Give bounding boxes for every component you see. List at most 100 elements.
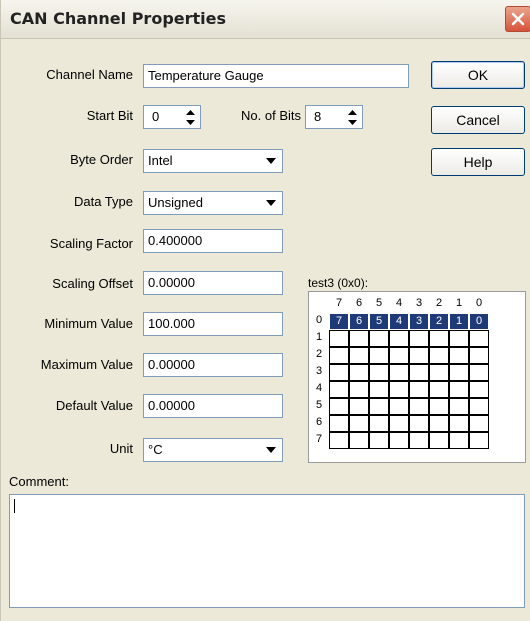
- bit-cell[interactable]: [389, 330, 409, 347]
- bit-cell[interactable]: [449, 381, 469, 398]
- no-of-bits-down-button[interactable]: [344, 117, 361, 127]
- bit-cell[interactable]: [429, 432, 449, 449]
- dropdown-arrow-icon: [266, 447, 276, 453]
- bit-cell[interactable]: [469, 347, 489, 364]
- start-bit-down-button[interactable]: [182, 117, 199, 127]
- dropdown-arrow-icon: [266, 200, 276, 206]
- bit-cell[interactable]: 1: [449, 313, 469, 330]
- bit-cell[interactable]: [409, 347, 429, 364]
- data-type-dropdown-button[interactable]: [262, 194, 280, 212]
- bit-row-header: 4: [315, 382, 323, 394]
- bit-cell[interactable]: [389, 381, 409, 398]
- bit-cell[interactable]: [389, 364, 409, 381]
- bit-cell[interactable]: [429, 415, 449, 432]
- bit-cell[interactable]: [429, 381, 449, 398]
- bit-cell[interactable]: [329, 432, 349, 449]
- default-value-label: Default Value: [55, 398, 133, 413]
- bit-cell[interactable]: 0: [469, 313, 489, 330]
- bit-cell[interactable]: [429, 347, 449, 364]
- bit-cell[interactable]: [409, 381, 429, 398]
- data-type-select[interactable]: Unsigned: [143, 191, 283, 215]
- bit-cell[interactable]: [329, 415, 349, 432]
- byte-order-value: Intel: [148, 153, 173, 168]
- bit-cell[interactable]: [389, 432, 409, 449]
- bit-cell[interactable]: [349, 364, 369, 381]
- bit-cell[interactable]: [349, 432, 369, 449]
- bit-cell[interactable]: [349, 398, 369, 415]
- bit-cell[interactable]: [449, 364, 469, 381]
- unit-dropdown-button[interactable]: [262, 441, 280, 459]
- bit-cell[interactable]: [409, 398, 429, 415]
- bit-cell[interactable]: 5: [369, 313, 389, 330]
- byte-order-dropdown-button[interactable]: [262, 152, 280, 170]
- start-bit-value: 0: [152, 109, 160, 124]
- bit-cell[interactable]: [349, 415, 369, 432]
- bit-cell[interactable]: [389, 415, 409, 432]
- no-of-bits-up-button[interactable]: [344, 107, 361, 117]
- bit-cell[interactable]: [409, 432, 429, 449]
- bit-cell[interactable]: [329, 330, 349, 347]
- bit-grid-title: test3 (0x0):: [308, 276, 369, 290]
- bit-cell[interactable]: [449, 347, 469, 364]
- data-type-value: Unsigned: [148, 195, 203, 210]
- bit-cell[interactable]: [449, 398, 469, 415]
- minimum-value-label: Minimum Value: [44, 316, 133, 331]
- bit-cell[interactable]: [329, 398, 349, 415]
- help-button[interactable]: Help: [431, 148, 525, 176]
- bit-cell[interactable]: [449, 432, 469, 449]
- close-button[interactable]: [505, 6, 530, 32]
- bit-cell[interactable]: 3: [409, 313, 429, 330]
- bit-cell[interactable]: 2: [429, 313, 449, 330]
- bit-cell[interactable]: [349, 381, 369, 398]
- default-value-input[interactable]: 0.00000: [143, 394, 283, 418]
- bit-cell[interactable]: [429, 330, 449, 347]
- bit-cell[interactable]: [369, 432, 389, 449]
- ok-button[interactable]: OK: [431, 61, 525, 89]
- bit-cell[interactable]: [369, 364, 389, 381]
- scaling-factor-input[interactable]: 0.400000: [143, 229, 283, 253]
- bit-cell[interactable]: [369, 415, 389, 432]
- bit-cell[interactable]: [409, 364, 429, 381]
- bit-cell[interactable]: [369, 398, 389, 415]
- bit-cell[interactable]: [449, 330, 469, 347]
- bit-cell[interactable]: [369, 347, 389, 364]
- bit-cell[interactable]: [469, 381, 489, 398]
- bit-cell[interactable]: [469, 398, 489, 415]
- maximum-value-input[interactable]: 0.00000: [143, 353, 283, 377]
- bit-cell[interactable]: [469, 415, 489, 432]
- bit-cell[interactable]: [469, 364, 489, 381]
- start-bit-spinner[interactable]: 0: [143, 105, 201, 129]
- bit-cell[interactable]: [409, 415, 429, 432]
- bit-cell[interactable]: [389, 398, 409, 415]
- bit-cell[interactable]: [329, 347, 349, 364]
- comment-textarea[interactable]: [9, 494, 525, 608]
- bit-cell[interactable]: 6: [349, 313, 369, 330]
- no-of-bits-spinner[interactable]: 8: [305, 105, 363, 129]
- bit-cell[interactable]: [329, 364, 349, 381]
- bit-cell[interactable]: [429, 398, 449, 415]
- close-icon: [511, 12, 525, 26]
- scaling-offset-input[interactable]: 0.00000: [143, 271, 283, 295]
- bit-cell[interactable]: [329, 381, 349, 398]
- bit-cell[interactable]: 4: [389, 313, 409, 330]
- bit-column-header: 2: [435, 297, 443, 309]
- bit-cell[interactable]: [469, 432, 489, 449]
- channel-name-input[interactable]: Temperature Gauge: [143, 64, 409, 88]
- bit-cell[interactable]: [369, 381, 389, 398]
- bit-row-header: 3: [315, 365, 323, 377]
- bit-cell[interactable]: [409, 330, 429, 347]
- cancel-button[interactable]: Cancel: [431, 106, 525, 134]
- byte-order-select[interactable]: Intel: [143, 149, 283, 173]
- bit-cell[interactable]: [449, 415, 469, 432]
- start-bit-up-button[interactable]: [182, 107, 199, 117]
- bit-cell[interactable]: 7: [329, 313, 349, 330]
- bit-cell[interactable]: [429, 364, 449, 381]
- unit-select[interactable]: °C: [143, 438, 283, 462]
- bit-cell[interactable]: [369, 330, 389, 347]
- bit-cell[interactable]: [389, 347, 409, 364]
- bit-cell[interactable]: [349, 330, 369, 347]
- minimum-value-input[interactable]: 100.000: [143, 312, 283, 336]
- bit-cell[interactable]: [349, 347, 369, 364]
- bit-row-header: 2: [315, 348, 323, 360]
- bit-cell[interactable]: [469, 330, 489, 347]
